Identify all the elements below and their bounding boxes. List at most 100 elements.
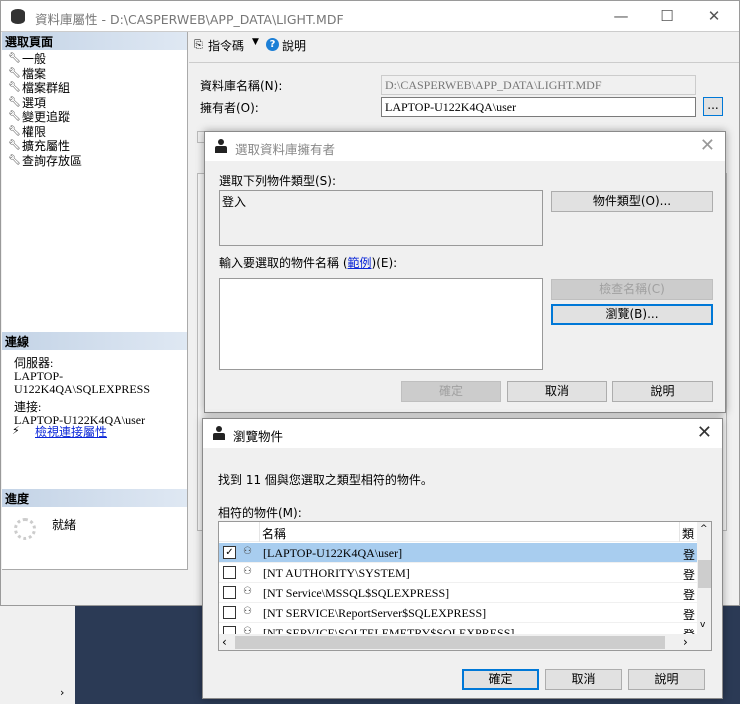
check-names-button[interactable]: 檢查名稱(C) — [551, 279, 713, 300]
row-checkbox[interactable]: ✓ — [223, 546, 236, 559]
sidebar-item-3[interactable]: 🔧︎ 選項 — [8, 96, 46, 111]
sidebar-item-6[interactable]: 🔧︎ 擴充屬性 — [8, 139, 70, 154]
cancel-button[interactable]: 取消 — [507, 381, 607, 402]
row-name: [NT SERVICE\ReportServer$SQLEXPRESS] — [263, 606, 487, 620]
help-button[interactable]: 說明 — [612, 381, 713, 402]
dialog-title: 瀏覽物件 — [233, 429, 284, 444]
help-icon: ? — [266, 38, 279, 51]
row-checkbox[interactable] — [223, 606, 236, 619]
toolbar: ⎘ 指令碼 ▼ ? 說明 — [189, 32, 739, 63]
progress-status: 就緒 — [52, 518, 77, 532]
wrench-icon: 🔧︎ — [8, 111, 21, 123]
wrench-icon: 🔧︎ — [8, 140, 21, 152]
row-checkbox[interactable] — [223, 586, 236, 599]
wrench-icon: 🔧︎ — [8, 154, 21, 166]
scroll-down-arrow[interactable]: v — [700, 620, 705, 630]
sidebar-item-label: 一般 — [22, 52, 47, 67]
row-type: 登 — [683, 588, 696, 602]
scroll-thumb[interactable] — [698, 560, 711, 588]
view-connection-properties-link[interactable]: 檢視連接屬性 — [35, 423, 107, 440]
column-type-header[interactable]: 類 — [682, 525, 694, 542]
horizontal-scrollbar[interactable]: ‹ › — [219, 634, 711, 650]
login-icon: ⚇ — [243, 606, 252, 617]
enter-names-suffix: )(E): — [371, 256, 398, 270]
dialog-title-bar: 選取資料庫擁有者 ✕ — [205, 132, 725, 161]
object-types-label: 選取下列物件類型(S): — [219, 174, 337, 188]
sidebar-item-label: 檔案 — [22, 66, 47, 81]
sidebar-item-7[interactable]: 🔧︎ 查詢存放區 — [8, 154, 82, 169]
maximize-button[interactable]: ☐ — [657, 7, 677, 25]
script-icon: ⎘ — [194, 38, 203, 51]
help-button[interactable]: 說明 — [628, 669, 705, 690]
minimize-button[interactable]: — — [611, 7, 631, 25]
sidebar-item-label: 查詢存放區 — [22, 153, 83, 168]
object-names-input[interactable] — [219, 278, 543, 370]
ok-button[interactable]: 確定 — [401, 381, 501, 402]
sidebar-item-4[interactable]: 🔧︎ 變更追蹤 — [8, 110, 70, 125]
wrench-icon: 🔧︎ — [8, 67, 21, 79]
owner-browse-button[interactable]: ... — [703, 97, 723, 116]
script-button[interactable]: 指令碼 — [208, 37, 244, 54]
row-name: [NT Service\MSSQL$SQLEXPRESS] — [263, 586, 450, 600]
sidebar-item-2[interactable]: 🔧︎ 檔案群組 — [8, 81, 70, 96]
select-owner-dialog: 選取資料庫擁有者 ✕ 選取下列物件類型(S): 登入 物件類型(O)... 輸入… — [204, 131, 726, 413]
row-type: 登 — [683, 568, 696, 582]
cancel-button[interactable]: 取消 — [545, 669, 622, 690]
scroll-up-arrow[interactable]: ^ — [700, 524, 708, 534]
sidebar-item-5[interactable]: 🔧︎ 權限 — [8, 125, 46, 140]
connection-plug-icon: ⚡ — [12, 424, 20, 437]
table-row[interactable]: ⚇ [NT AUTHORITY\SYSTEM] 登 — [219, 563, 697, 583]
table-row[interactable]: ⚇ [NT Service\MSSQL$SQLEXPRESS] 登 — [219, 583, 697, 603]
scroll-left-arrow[interactable]: ‹ — [222, 635, 227, 649]
window-title: 資料庫屬性 - D:\CASPERWEB\APP_DATA\LIGHT.MDF — [35, 12, 344, 27]
db-name-field: D:\CASPERWEB\APP_DATA\LIGHT.MDF — [381, 75, 696, 95]
login-icon: ⚇ — [243, 546, 252, 557]
owner-label: 擁有者(O): — [200, 101, 259, 115]
login-icon: ⚇ — [243, 586, 252, 597]
ok-button[interactable]: 確定 — [462, 669, 539, 690]
object-types-button[interactable]: 物件類型(O)... — [551, 191, 713, 212]
sidebar-item-label: 檔案群組 — [22, 81, 71, 96]
h-scroll-thumb[interactable] — [235, 636, 665, 649]
column-name-header[interactable]: 名稱 — [262, 525, 286, 542]
row-checkbox[interactable] — [223, 566, 236, 579]
found-count-text: 找到 11 個與您選取之類型相符的物件。 — [218, 473, 433, 487]
examples-link[interactable]: 範例 — [348, 256, 372, 270]
scroll-right-arrow[interactable]: › — [683, 635, 688, 649]
help-button[interactable]: 說明 — [282, 37, 306, 54]
wrench-icon: 🔧︎ — [8, 53, 21, 65]
close-button[interactable]: ✕ — [704, 7, 724, 25]
left-panel: 選取頁面 🔧︎ 一般 🔧︎ 檔案 🔧︎ 檔案群組 🔧︎ 選項 🔧︎ 變更追蹤 🔧︎ 權限 🔧︎ 擴充屬性 🔧… — [2, 32, 188, 570]
close-icon[interactable]: ✕ — [700, 135, 715, 156]
vertical-scrollbar[interactable]: ^ v — [697, 522, 711, 634]
row-name: [NT AUTHORITY\SYSTEM] — [263, 566, 410, 580]
table-row[interactable]: ⚇ [NT SERVICE\ReportServer$SQLEXPRESS] 登 — [219, 603, 697, 623]
sidebar-item-label: 選項 — [22, 95, 47, 110]
title-bar: 資料庫屬性 - D:\CASPERWEB\APP_DATA\LIGHT.MDF … — [1, 1, 739, 32]
user-icon — [215, 139, 227, 153]
sidebar-item-label: 擴充屬性 — [22, 139, 71, 154]
scroll-right-arrow[interactable]: › — [60, 686, 64, 699]
sidebar-item-label: 權限 — [22, 124, 47, 139]
close-icon[interactable]: ✕ — [697, 422, 712, 443]
enter-names-label: 輸入要選取的物件名稱 (範例)(E): — [219, 254, 397, 271]
table-row[interactable]: ✓ ⚇ [LAPTOP-U122K4QA\user] 登 — [219, 543, 697, 563]
sidebar-item-label: 變更追蹤 — [22, 110, 71, 125]
login-icon: ⚇ — [243, 566, 252, 577]
user-icon — [213, 426, 225, 440]
wrench-icon: 🔧︎ — [8, 82, 21, 94]
dialog-title-bar: 瀏覽物件 ✕ — [203, 419, 722, 448]
object-types-box: 登入 — [219, 190, 543, 246]
sidebar-item-0[interactable]: 🔧︎ 一般 — [8, 52, 46, 67]
sidebar-item-1[interactable]: 🔧︎ 檔案 — [8, 67, 46, 82]
owner-field[interactable]: LAPTOP-U122K4QA\user — [381, 97, 696, 117]
connection-info: 伺服器: LAPTOP-U122K4QA\SQLEXPRESS 連接: LAPT… — [14, 357, 187, 427]
select-page-header: 選取頁面 — [2, 32, 187, 50]
browse-objects-dialog: 瀏覽物件 ✕ 找到 11 個與您選取之類型相符的物件。 相符的物件(M): 名稱… — [202, 418, 723, 699]
matching-objects-list[interactable]: 名稱 類 ✓ ⚇ [LAPTOP-U122K4QA\user] 登 ⚇ [NT AUTHO… — [218, 521, 712, 651]
browse-button[interactable]: 瀏覽(B)... — [551, 304, 713, 325]
script-dropdown-icon[interactable]: ▼ — [252, 37, 259, 47]
matching-objects-label: 相符的物件(M): — [218, 506, 302, 520]
enter-names-text: 輸入要選取的物件名稱 ( — [219, 256, 348, 270]
progress-spinner-icon — [14, 518, 36, 540]
